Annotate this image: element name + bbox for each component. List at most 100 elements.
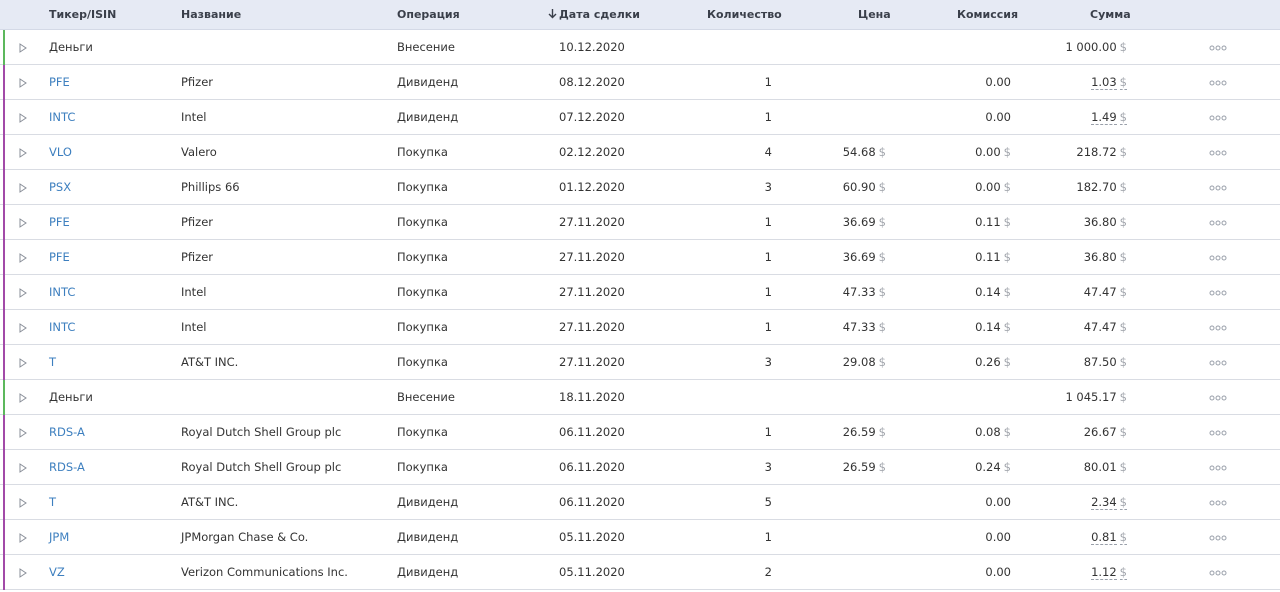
column-header-sum[interactable]: Сумма — [1090, 0, 1131, 29]
more-dots-icon[interactable] — [1207, 65, 1229, 99]
ticker-cell[interactable]: INTC — [49, 100, 75, 134]
ticker-cell[interactable]: JPM — [49, 520, 69, 554]
more-dots-icon[interactable] — [1207, 485, 1229, 519]
table-row[interactable]: JPM JPMorgan Chase & Co. Дивиденд 05.11.… — [0, 520, 1280, 555]
table-row[interactable]: RDS-A Royal Dutch Shell Group plc Покупк… — [0, 450, 1280, 485]
commission-currency: $ — [1003, 180, 1011, 194]
table-row[interactable]: INTC Intel Дивиденд 07.12.2020 1 0.00 1.… — [0, 100, 1280, 135]
price-cell: 29.08 $ — [843, 345, 886, 379]
ticker-cell[interactable]: INTC — [49, 275, 75, 309]
column-header-quantity[interactable]: Количество — [707, 0, 782, 29]
ticker-cell: Деньги — [49, 40, 93, 54]
table-row[interactable]: PFE Pfizer Покупка 27.11.2020 1 36.69 $ 0… — [0, 240, 1280, 275]
more-dots-icon[interactable] — [1207, 30, 1229, 64]
price-value: 60.90 — [842, 180, 876, 194]
sum-currency: $ — [1119, 565, 1127, 580]
more-dots-icon[interactable] — [1207, 275, 1229, 309]
triangle-right-icon[interactable] — [17, 30, 29, 64]
date-cell: 01.12.2020 — [559, 180, 625, 194]
triangle-right-icon[interactable] — [17, 520, 29, 554]
more-dots-icon[interactable] — [1207, 555, 1229, 589]
triangle-right-icon[interactable] — [17, 205, 29, 239]
triangle-right-icon[interactable] — [17, 485, 29, 519]
table-row[interactable]: T AT&T INC. Дивиденд 06.11.2020 5 0.00 2… — [0, 485, 1280, 520]
ticker-cell[interactable]: PFE — [49, 65, 70, 99]
column-header-date-label: Дата сделки — [559, 8, 640, 21]
column-header-date[interactable]: Дата сделки — [548, 0, 640, 29]
triangle-right-icon[interactable] — [17, 275, 29, 309]
name-cell: Intel — [181, 320, 207, 334]
sum-currency: $ — [1119, 460, 1127, 474]
triangle-right-icon[interactable] — [17, 450, 29, 484]
table-row[interactable]: PFE Pfizer Покупка 27.11.2020 1 36.69 $ 0… — [0, 205, 1280, 240]
ticker-cell[interactable]: RDS-A — [49, 450, 85, 484]
triangle-right-icon[interactable] — [17, 555, 29, 589]
ticker-cell[interactable]: INTC — [49, 310, 75, 344]
table-row[interactable]: Деньги Внесение 10.12.2020 1 000.00 $ — [0, 30, 1280, 65]
commission-value: 0.11 — [975, 215, 1001, 229]
more-dots-icon[interactable] — [1207, 240, 1229, 274]
more-dots-icon[interactable] — [1207, 345, 1229, 379]
sum-currency: $ — [1119, 425, 1127, 439]
quantity-cell: 1 — [764, 320, 772, 334]
table-row[interactable]: Деньги Внесение 18.11.2020 1 045.17 $ — [0, 380, 1280, 415]
triangle-right-icon[interactable] — [17, 100, 29, 134]
more-dots-icon[interactable] — [1207, 380, 1229, 414]
operation-cell: Покупка — [397, 250, 448, 264]
commission-cell: 0.00 $ — [975, 135, 1011, 169]
ticker-cell[interactable]: VLO — [49, 135, 72, 169]
more-dots-icon[interactable] — [1207, 520, 1229, 554]
triangle-right-icon[interactable] — [17, 135, 29, 169]
more-dots-icon[interactable] — [1207, 100, 1229, 134]
ticker-cell[interactable]: T — [49, 485, 56, 519]
triangle-right-icon[interactable] — [17, 65, 29, 99]
more-dots-icon[interactable] — [1207, 170, 1229, 204]
table-row[interactable]: PSX Phillips 66 Покупка 01.12.2020 3 60.… — [0, 170, 1280, 205]
sum-value: 1.49 — [1091, 110, 1117, 125]
more-dots-icon[interactable] — [1207, 135, 1229, 169]
table-row[interactable]: VLO Valero Покупка 02.12.2020 4 54.68 $ 0… — [0, 135, 1280, 170]
ticker-cell[interactable]: VZ — [49, 555, 65, 589]
sum-value: 47.47 — [1083, 285, 1117, 299]
more-dots-icon[interactable] — [1207, 205, 1229, 239]
column-header-commission[interactable]: Комиссия — [957, 0, 1018, 29]
triangle-right-icon[interactable] — [17, 240, 29, 274]
table-row[interactable]: PFE Pfizer Дивиденд 08.12.2020 1 0.00 1.… — [0, 65, 1280, 100]
column-header-ticker[interactable]: Тикер/ISIN — [49, 0, 116, 29]
ticker-cell[interactable]: RDS-A — [49, 415, 85, 449]
ticker-cell[interactable]: PFE — [49, 240, 70, 274]
row-type-marker — [3, 170, 5, 205]
commission-value: 0.00 — [985, 565, 1011, 579]
triangle-right-icon[interactable] — [17, 415, 29, 449]
triangle-right-icon[interactable] — [17, 310, 29, 344]
operation-cell: Дивиденд — [397, 110, 459, 124]
price-cell: 54.68 $ — [843, 135, 886, 169]
price-value: 54.68 — [842, 145, 876, 159]
name-cell: AT&T INC. — [181, 495, 239, 509]
more-dots-icon[interactable] — [1207, 310, 1229, 344]
triangle-right-icon[interactable] — [17, 345, 29, 379]
ticker-cell[interactable]: PFE — [49, 205, 70, 239]
ticker-cell[interactable]: T — [49, 345, 56, 379]
column-header-price[interactable]: Цена — [858, 0, 891, 29]
arrow-down-icon — [548, 1, 557, 30]
table-row[interactable]: T AT&T INC. Покупка 27.11.2020 3 29.08 $ … — [0, 345, 1280, 380]
commission-cell: 0.00 — [985, 555, 1011, 589]
more-dots-icon[interactable] — [1207, 415, 1229, 449]
ticker-cell[interactable]: PSX — [49, 170, 71, 204]
price-currency: $ — [878, 355, 886, 369]
table-row[interactable]: INTC Intel Покупка 27.11.2020 1 47.33 $ 0… — [0, 310, 1280, 345]
commission-value: 0.00 — [985, 75, 1011, 89]
table-row[interactable]: RDS-A Royal Dutch Shell Group plc Покупк… — [0, 415, 1280, 450]
more-dots-icon[interactable] — [1207, 450, 1229, 484]
column-header-name[interactable]: Название — [181, 0, 241, 29]
triangle-right-icon[interactable] — [17, 170, 29, 204]
table-row[interactable]: VZ Verizon Communications Inc. Дивиденд … — [0, 555, 1280, 590]
column-header-operation[interactable]: Операция — [397, 0, 460, 29]
triangle-right-icon[interactable] — [17, 380, 29, 414]
sum-value: 2.34 — [1091, 495, 1117, 510]
operation-cell: Покупка — [397, 460, 448, 474]
row-type-marker — [3, 520, 5, 555]
table-row[interactable]: INTC Intel Покупка 27.11.2020 1 47.33 $ 0… — [0, 275, 1280, 310]
commission-cell: 0.00 — [985, 520, 1011, 554]
